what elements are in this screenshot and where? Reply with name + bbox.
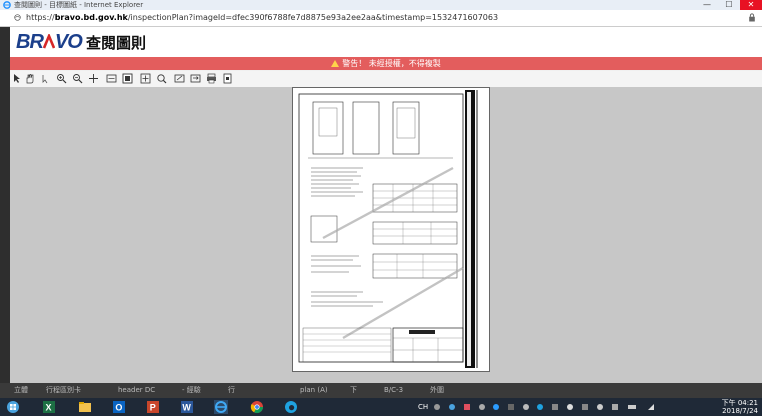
svg-text:W: W bbox=[182, 403, 191, 413]
language-indicator[interactable]: CH bbox=[418, 398, 428, 416]
site-icon bbox=[14, 14, 21, 21]
warning-text: 警告！ 未經授權，不得複製 bbox=[342, 59, 441, 68]
svg-text:O: O bbox=[115, 403, 122, 413]
status-strip-item: 外圍 bbox=[430, 386, 444, 394]
file-explorer-icon[interactable] bbox=[78, 400, 92, 414]
status-strip-item: - 經驗 bbox=[182, 386, 201, 394]
ie-logo-icon bbox=[3, 1, 11, 9]
logo-swoosh-icon bbox=[42, 32, 56, 49]
start-icon[interactable] bbox=[6, 400, 20, 414]
tray-icons bbox=[434, 404, 654, 410]
warning-banner: 警告！ 未經授權，不得複製 bbox=[10, 57, 762, 70]
outlook-icon[interactable]: O bbox=[112, 400, 126, 414]
clock-time: 下午 04:21 bbox=[721, 399, 758, 407]
window-title: 查閱圖則 - 目標圖紙 - Internet Explorer bbox=[14, 1, 144, 9]
system-tray: CH 下午 04:21 2018/7/24 bbox=[418, 398, 758, 416]
svg-text:X: X bbox=[46, 403, 52, 413]
left-edge bbox=[0, 27, 10, 383]
select-icon[interactable] bbox=[40, 73, 51, 84]
rotate-right-icon[interactable] bbox=[190, 73, 201, 84]
document-canvas[interactable] bbox=[10, 87, 762, 383]
pointer-icon[interactable] bbox=[12, 73, 23, 84]
lock-icon[interactable] bbox=[748, 13, 756, 22]
browser-window: 查閱圖則 - 目標圖紙 - Internet Explorer — ☐ ✕ ht… bbox=[0, 0, 762, 398]
logo-text-pre: BR bbox=[16, 31, 44, 53]
page-icon[interactable] bbox=[222, 73, 233, 84]
brand-bar: BR VO 查閱圖則 bbox=[0, 27, 762, 57]
clock[interactable]: 下午 04:21 2018/7/24 bbox=[722, 399, 758, 415]
status-strip-item: 行 bbox=[228, 386, 235, 394]
hand-icon[interactable] bbox=[24, 73, 35, 84]
status-strip-item: header DC bbox=[118, 386, 156, 394]
page-title: 查閱圖則 bbox=[86, 34, 147, 52]
internet-explorer-icon[interactable] bbox=[214, 400, 228, 414]
zoom-area-icon[interactable] bbox=[156, 73, 167, 84]
title-bar: 查閱圖則 - 目標圖紙 - Internet Explorer — ☐ ✕ bbox=[0, 0, 762, 10]
url-protocol: https:// bbox=[26, 13, 55, 22]
zoom-in-icon[interactable] bbox=[56, 73, 67, 84]
minimize-button[interactable]: — bbox=[696, 0, 718, 10]
powerpoint-icon[interactable]: P bbox=[146, 400, 160, 414]
word-icon[interactable]: W bbox=[180, 400, 194, 414]
pan-icon[interactable] bbox=[88, 73, 99, 84]
svg-text:P: P bbox=[150, 403, 156, 413]
plan-drawing bbox=[293, 88, 489, 371]
viewer-toolbar bbox=[10, 71, 762, 88]
warning-icon bbox=[331, 60, 340, 67]
logo-text-post: VO bbox=[54, 31, 83, 53]
fit-page-icon[interactable] bbox=[122, 73, 133, 84]
windows-taskbar: X O P W CH 下午 04:21 2018/7/24 bbox=[0, 398, 762, 416]
magnify-icon[interactable] bbox=[140, 73, 151, 84]
print-icon[interactable] bbox=[206, 73, 217, 84]
window-controls: — ☐ ✕ bbox=[696, 0, 762, 10]
url-text[interactable]: https://bravo.bd.gov.hk/inspectionPlan?i… bbox=[26, 12, 498, 24]
status-strip-item: B/C-3 bbox=[384, 386, 404, 394]
rotate-icon[interactable] bbox=[174, 73, 185, 84]
bravo-logo[interactable]: BR VO bbox=[16, 31, 83, 54]
plan-page[interactable] bbox=[292, 87, 490, 372]
chrome-icon[interactable] bbox=[250, 400, 264, 414]
zoom-out-icon[interactable] bbox=[72, 73, 83, 84]
clock-date: 2018/7/24 bbox=[722, 407, 758, 415]
fit-width-icon[interactable] bbox=[106, 73, 117, 84]
address-bar[interactable]: https://bravo.bd.gov.hk/inspectionPlan?i… bbox=[0, 10, 762, 27]
status-strip-item: plan (A) bbox=[300, 386, 328, 394]
status-strip-item: 立體 bbox=[14, 386, 28, 394]
edge-icon[interactable] bbox=[284, 400, 298, 414]
status-strip-item: 行程區別卡 bbox=[46, 386, 81, 394]
background-status-strip: 立體 行程區別卡 header DC - 經驗 行 plan (A) 下 B/C-3 外圍 bbox=[0, 383, 762, 398]
close-button[interactable]: ✕ bbox=[740, 0, 762, 10]
maximize-button[interactable]: ☐ bbox=[718, 0, 740, 10]
url-path: /inspectionPlan?imageId=dfec390f6788fe7d… bbox=[127, 13, 499, 22]
status-strip-item: 下 bbox=[350, 386, 357, 394]
excel-icon[interactable]: X bbox=[42, 400, 56, 414]
url-host: bravo.bd.gov.hk bbox=[54, 13, 128, 22]
